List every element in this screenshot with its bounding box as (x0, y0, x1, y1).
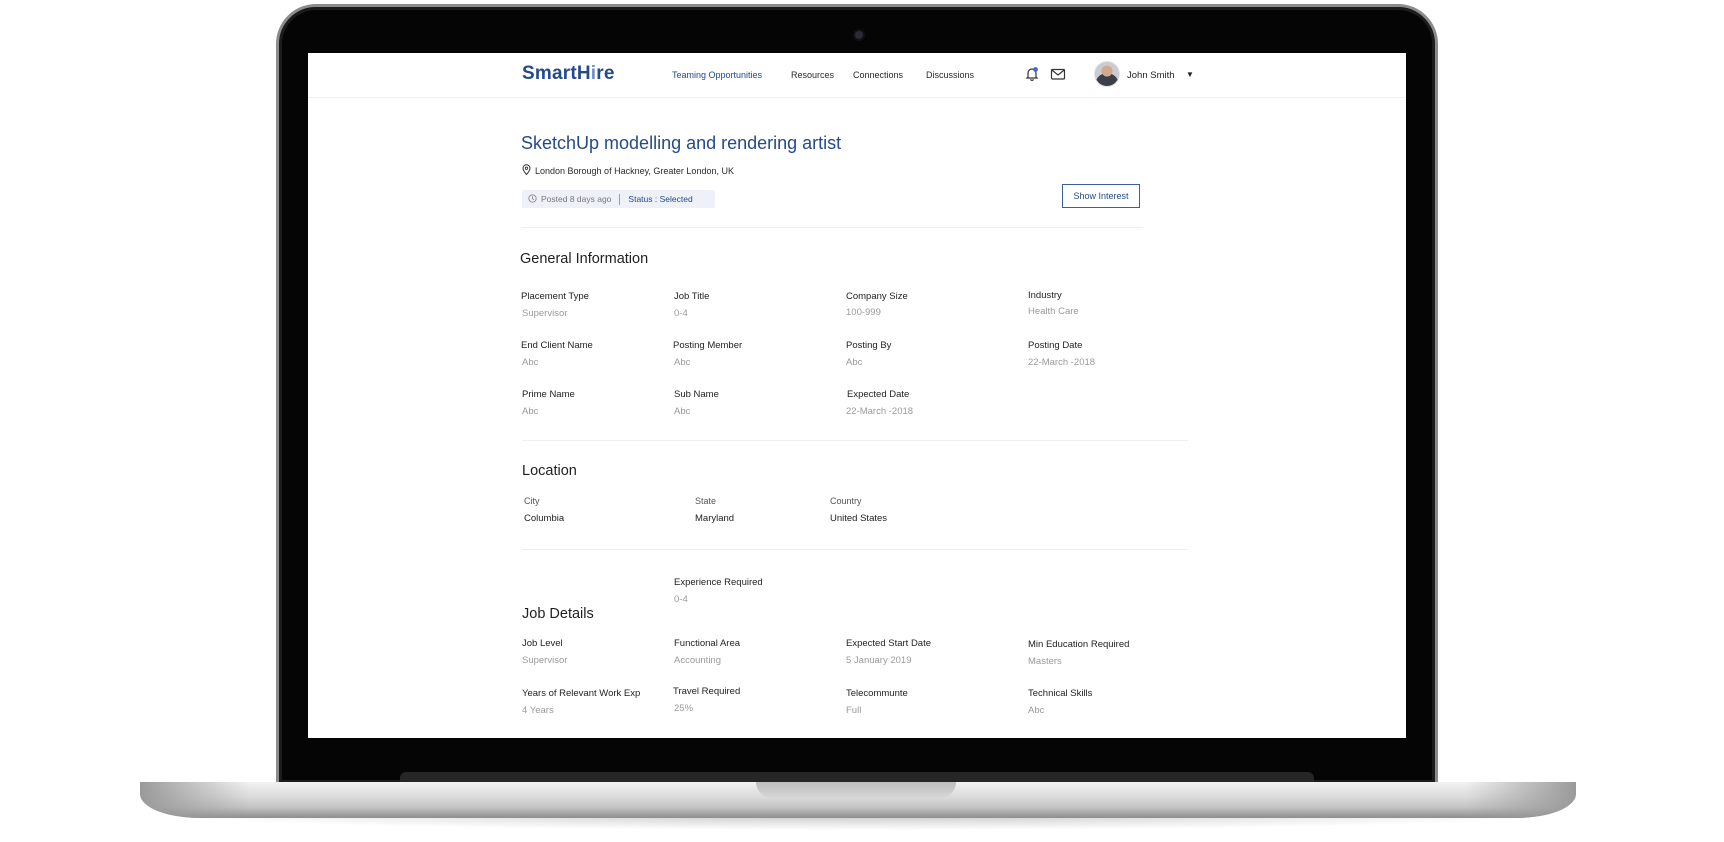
job-details-title: Job Details (522, 606, 594, 622)
field-value-state: Maryland (695, 513, 735, 524)
field-label-expected-date: Expected Date (847, 389, 910, 400)
field-label-posting-member: Posting Member (673, 340, 743, 351)
field-value-posting-date: 22-March -2018 (1028, 357, 1096, 368)
field-value-years-of-work-exp: 4 Years (522, 705, 554, 716)
field-label-min-education: Min Education Required (1028, 639, 1130, 650)
field-value-country: United States (830, 513, 888, 524)
field-label-country: Country (830, 496, 862, 506)
field-value-experience-required: 0-4 (674, 594, 688, 605)
posted-text: Posted 8 days ago (541, 194, 612, 204)
field-value-prime-name: Abc (522, 406, 539, 417)
clock-icon (528, 193, 537, 205)
field-label-telecommute: Telecommunte (846, 688, 908, 699)
field-value-job-level: Supervisor (522, 655, 568, 666)
screen: SmartHire Teaming Opportunities Resource… (308, 53, 1406, 738)
field-label-posting-by: Posting By (846, 340, 892, 351)
field-value-posting-member: Abc (674, 357, 691, 368)
field-value-expected-date: 22-March -2018 (846, 406, 914, 417)
field-label-functional-area: Functional Area (674, 638, 741, 649)
nav-resources[interactable]: Resources (791, 70, 834, 80)
field-value-placement-type: Supervisor (522, 308, 568, 319)
field-label-posting-date: Posting Date (1028, 340, 1083, 351)
laptop-base-edge-left (140, 782, 250, 818)
smarthire-logo[interactable]: SmartHire (522, 63, 615, 85)
field-label-sub-name: Sub Name (674, 389, 719, 400)
field-label-technical-skills: Technical Skills (1028, 688, 1093, 699)
camera-icon (855, 31, 863, 39)
user-name[interactable]: John Smith (1127, 70, 1175, 81)
bell-icon[interactable] (1024, 66, 1040, 82)
job-location-text: London Borough of Hackney, Greater Londo… (535, 165, 734, 176)
field-label-prime-name: Prime Name (522, 389, 575, 400)
field-value-end-client-name: Abc (522, 357, 539, 368)
logo-suffix: re (596, 63, 615, 84)
mail-icon[interactable] (1050, 66, 1066, 82)
laptop-hinge (400, 772, 1314, 782)
avatar[interactable] (1094, 61, 1120, 87)
field-value-travel-required: 25% (674, 703, 694, 714)
field-value-min-education: Masters (1028, 656, 1062, 667)
field-value-posting-by: Abc (846, 357, 863, 368)
laptop-notch (756, 782, 956, 798)
field-value-city: Columbia (524, 513, 565, 524)
status-badge: Status : Selected (628, 194, 693, 204)
field-value-functional-area: Accounting (674, 655, 722, 666)
laptop-base-edge-right (1466, 782, 1576, 818)
field-label-job-level: Job Level (522, 638, 563, 649)
location-pin-icon (522, 164, 531, 177)
field-value-job-title: 0-4 (674, 308, 688, 319)
nav-discussions[interactable]: Discussions (926, 70, 974, 80)
field-value-company-size: 100-999 (846, 307, 881, 318)
divider (522, 549, 1188, 550)
chevron-down-icon[interactable]: ▼ (1186, 70, 1194, 79)
field-label-end-client-name: End Client Name (521, 340, 593, 351)
meta-separator (619, 193, 621, 205)
location-title: Location (522, 463, 577, 479)
general-information-title: General Information (520, 251, 649, 267)
posted-info: Posted 8 days ago (522, 193, 612, 205)
field-label-job-title: Job Title (674, 291, 710, 302)
field-value-telecommute: Full (846, 705, 862, 716)
field-value-technical-skills: Abc (1028, 705, 1045, 716)
field-label-industry: Industry (1028, 290, 1062, 301)
job-meta: Posted 8 days ago Status : Selected (522, 190, 715, 208)
field-label-city: City (524, 496, 540, 506)
logo-text: SmartH (522, 63, 591, 84)
nav-teaming-opportunities[interactable]: Teaming Opportunities (672, 70, 762, 80)
top-navbar: SmartHire Teaming Opportunities Resource… (308, 53, 1406, 98)
divider (522, 227, 1143, 228)
field-label-company-size: Company Size (846, 291, 908, 302)
show-interest-button[interactable]: Show Interest (1062, 184, 1140, 208)
job-location: London Borough of Hackney, Greater Londo… (522, 164, 734, 177)
divider (522, 440, 1188, 441)
nav-connections[interactable]: Connections (853, 70, 903, 80)
field-value-sub-name: Abc (674, 406, 691, 417)
job-title: SketchUp modelling and rendering artist (521, 133, 842, 153)
field-label-state: State (695, 496, 717, 506)
field-value-expected-start-date: 5 January 2019 (846, 655, 912, 666)
field-label-travel-required: Travel Required (673, 686, 741, 697)
field-label-experience-required: Experience Required (674, 577, 763, 588)
field-label-years-of-work-exp: Years of Relevant Work Exp (522, 688, 641, 699)
field-label-placement-type: Placement Type (521, 291, 589, 302)
field-label-expected-start-date: Expected Start Date (846, 638, 932, 649)
field-value-industry: Health Care (1028, 306, 1079, 317)
